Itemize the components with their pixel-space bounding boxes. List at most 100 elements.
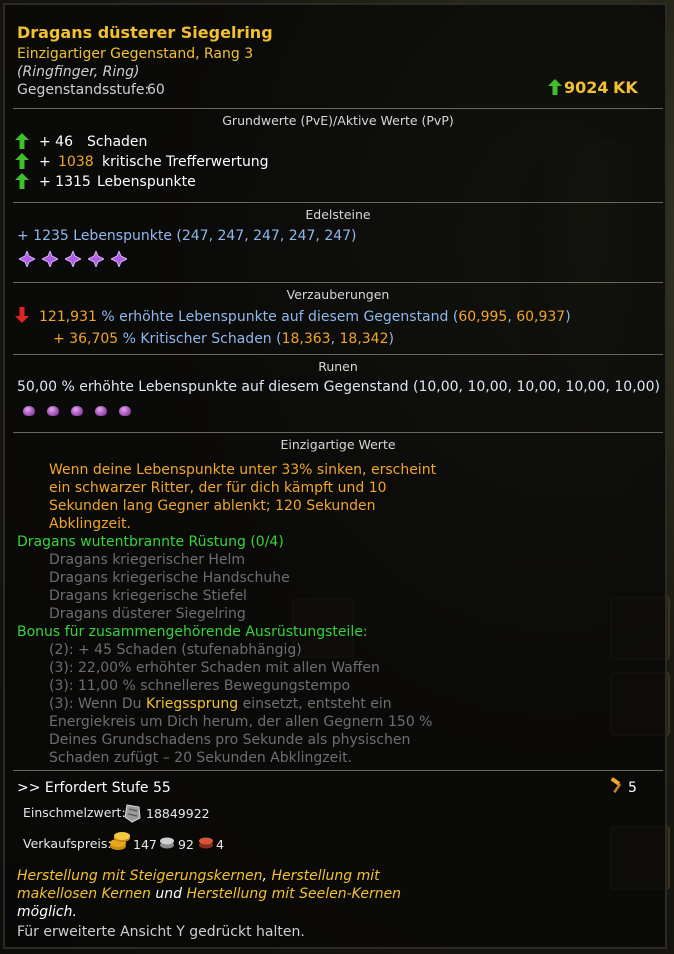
hammer-icon <box>610 777 622 793</box>
pink-rune-icon[interactable] <box>119 406 131 416</box>
item-level-value: 60 <box>147 82 165 98</box>
gems-line: + 1235 Lebenspunkte (247, 247, 247, 247,… <box>17 228 357 244</box>
pink-rune-icon[interactable] <box>47 406 59 416</box>
set-bonus-line: Schaden zufügt – 20 Sekunden Abklingzeit… <box>49 750 353 766</box>
enchant-close: ) <box>565 309 571 325</box>
up-arrow-icon <box>15 133 29 149</box>
craft-line-3: möglich. <box>17 904 77 920</box>
unique-desc-line: Wenn deine Lebenspunkte unter 33% sinken… <box>49 462 437 478</box>
melt-value: 18849922 <box>146 806 210 821</box>
enchant-text: % Kritischer Schaden ( <box>122 331 282 347</box>
ore-icon <box>124 804 141 823</box>
divider <box>13 282 663 283</box>
item-name: Dragans düsterer Siegelring <box>17 23 273 42</box>
set-bonus-line: (3): 22,00% erhöhter Schaden mit allen W… <box>49 660 380 676</box>
enchant-text: % erhöhte Lebenspunkte auf diesem Gegens… <box>101 309 459 325</box>
craft-line-2: makellosen Kernen und Herstellung mit Se… <box>17 885 401 903</box>
down-arrow-icon <box>15 307 29 323</box>
purple-gem-icon[interactable] <box>65 251 81 267</box>
gold-coin-icon <box>110 832 130 850</box>
section-header-gems: Edelsteine <box>305 207 371 222</box>
enchant-part-a: 18,363 <box>281 331 331 347</box>
item-tooltip: Dragans düsterer Siegelring Einzigartige… <box>3 3 667 949</box>
set-bonus-line: Deines Grundschadens pro Sekunde als phy… <box>49 732 411 748</box>
level-requirement: >> Erfordert Stufe 55 <box>17 780 171 796</box>
craft-sep: und <box>155 886 183 902</box>
set-bonus-line: (3): Wenn Du Kriegssprung einsetzt, ents… <box>49 695 392 713</box>
item-power-value: 9024 <box>564 78 609 97</box>
craft-sep: , <box>262 868 267 884</box>
pink-rune-icon[interactable] <box>71 406 83 416</box>
item-slot: (Ringfinger, Ring) <box>17 64 140 80</box>
purple-gem-icon[interactable] <box>111 251 127 267</box>
up-arrow-icon <box>15 173 29 189</box>
set-bonus-line: (2): + 45 Schaden (stufenabhängig) <box>49 642 302 658</box>
purple-gem-icon[interactable] <box>19 251 35 267</box>
divider <box>13 432 663 433</box>
craft-line-1: Herstellung mit Steigerungskernen, Herst… <box>17 867 380 885</box>
base-stat-prefix: + <box>39 154 51 170</box>
section-header-runes: Runen <box>318 359 358 374</box>
enchant-sep: , <box>507 309 512 325</box>
enchant-close: ) <box>388 331 394 347</box>
craft-method: Herstellung mit Seelen-Kernen <box>186 886 402 902</box>
item-quality: Einzigartiger Gegenstand, Rang 3 <box>17 46 254 62</box>
base-stat-value: 1038 <box>58 154 94 170</box>
set-item: Dragans düsterer Siegelring <box>49 606 246 622</box>
section-header-unique: Einzigartige Werte <box>280 437 396 452</box>
enchant-value: 121,931 <box>39 309 97 325</box>
upgrade-count: 5 <box>628 780 637 796</box>
craft-method: Herstellung mit <box>271 868 380 884</box>
base-stat-text: Lebenspunkte <box>97 174 196 190</box>
set-name: Dragans wutentbrannte Rüstung (0/4) <box>17 534 284 550</box>
section-header-base: Grundwerte (PvE)/Aktive Werte (PvP) <box>222 113 454 128</box>
purple-gem-icon[interactable] <box>42 251 58 267</box>
sell-label: Verkaufspreis: <box>23 836 112 851</box>
set-item: Dragans kriegerische Stiefel <box>49 588 247 604</box>
set-bonus-header: Bonus für zusammengehörende Ausrüstungst… <box>17 624 368 640</box>
divider <box>13 354 663 355</box>
set-bonus-pre: (3): Wenn Du <box>49 696 142 712</box>
up-arrow-icon <box>548 79 562 95</box>
divider <box>13 770 663 771</box>
enchant-line-1: 121,931 % erhöhte Lebenspunkte auf diese… <box>39 308 571 326</box>
up-arrow-icon <box>15 153 29 169</box>
set-item: Dragans kriegerischer Helm <box>49 552 246 568</box>
purple-gem-icon[interactable] <box>88 251 104 267</box>
set-item: Dragans kriegerische Handschuhe <box>49 570 290 586</box>
unique-desc-line: Abklingzeit. <box>49 516 131 532</box>
set-bonus-line: Energiekreis um Dich herum, der allen Ge… <box>49 714 433 730</box>
silver-coin-icon <box>160 837 174 849</box>
set-bonus-post: einsetzt, entsteht ein <box>242 696 392 712</box>
divider <box>13 202 663 203</box>
runes-line: 50,00 % erhöhte Lebenspunkte auf diesem … <box>17 379 660 395</box>
base-stat-prefix: + 46 <box>39 134 73 150</box>
enchant-line-2: + 36,705 % Kritischer Schaden (18,363, 1… <box>53 330 394 348</box>
section-header-enchant: Verzauberungen <box>286 287 390 302</box>
silver-amount: 92 <box>178 837 194 852</box>
gold-amount: 147 <box>133 837 157 852</box>
base-stat-text: Schaden <box>87 134 148 150</box>
extended-view-hint: Für erweiterte Ansicht Y gedrückt halten… <box>17 924 305 940</box>
item-power-unit: KK <box>613 78 638 97</box>
set-bonus-line: (3): 11,00 % schnelleres Bewegungstempo <box>49 678 351 694</box>
copper-coin-icon <box>199 837 213 849</box>
unique-desc-line: ein schwarzer Ritter, der für dich kämpf… <box>49 480 387 496</box>
base-stat-prefix: + 1315 <box>39 174 91 190</box>
skill-link-kriegssprung[interactable]: Kriegssprung <box>146 696 238 712</box>
divider <box>13 108 663 109</box>
enchant-part-a: 60,995 <box>458 309 508 325</box>
pink-rune-icon[interactable] <box>95 406 107 416</box>
craft-method: Herstellung mit Steigerungskernen <box>17 868 263 884</box>
item-level-label: Gegenstandsstufe: <box>17 82 150 98</box>
pink-rune-icon[interactable] <box>23 406 35 416</box>
copper-amount: 4 <box>216 837 224 852</box>
craft-method: makellosen Kernen <box>17 886 151 902</box>
enchant-part-b: 60,937 <box>516 309 566 325</box>
melt-label: Einschmelzwert: <box>23 805 126 820</box>
unique-desc-line: Sekunden lang Gegner ablenkt; 120 Sekund… <box>49 498 376 514</box>
base-stat-text: kritische Trefferwertung <box>102 154 269 170</box>
enchant-part-b: 18,342 <box>339 331 389 347</box>
enchant-sep: , <box>330 331 336 347</box>
enchant-value: + 36,705 <box>53 331 119 347</box>
